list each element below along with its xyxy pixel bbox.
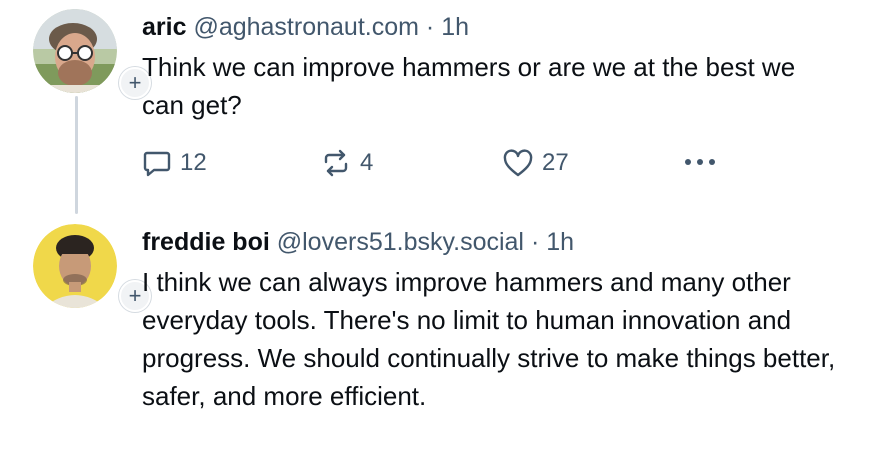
header-separator: · [530,228,540,256]
post-text: I think we can always improve hammers an… [142,267,836,411]
more-horizontal-icon [685,159,715,165]
post-action-bar: 12 4 27 [142,148,742,184]
reply-icon [143,151,171,177]
post-timestamp[interactable]: 1h [441,13,469,41]
heart-icon [503,149,533,177]
post-aric[interactable]: aric @aghastronaut.com · 1h Think we can… [142,12,872,124]
post-timestamp[interactable]: 1h [546,228,574,256]
avatar-image-freddie-boi [33,224,117,308]
post-freddie-boi[interactable]: freddie boi @lovers51.bsky.social · 1h I… [142,227,872,415]
repost-count: 4 [360,149,374,176]
header-separator: · [425,13,435,41]
post-text: Think we can improve hammers or are we a… [142,52,796,120]
author-display-name[interactable]: freddie boi [142,228,270,256]
author-handle[interactable]: @lovers51.bsky.social [277,228,524,256]
author-display-name[interactable]: aric [142,13,186,41]
more-options-button[interactable] [682,152,718,172]
avatar-aric[interactable]: + [33,9,151,99]
avatar-image-aric [33,9,117,93]
reply-count: 12 [180,149,207,176]
author-handle[interactable]: @aghastronaut.com [193,13,419,41]
like-button[interactable]: 27 [502,148,569,178]
post-header: aric @aghastronaut.com · 1h [142,12,872,42]
post-header: freddie boi @lovers51.bsky.social · 1h [142,227,872,257]
reply-button[interactable]: 12 [142,148,207,178]
thread-connector-line [75,96,78,214]
repost-icon [324,149,348,177]
like-count: 27 [542,149,569,176]
avatar-freddie-boi[interactable]: + [33,224,151,312]
repost-button[interactable]: 4 [320,148,373,178]
